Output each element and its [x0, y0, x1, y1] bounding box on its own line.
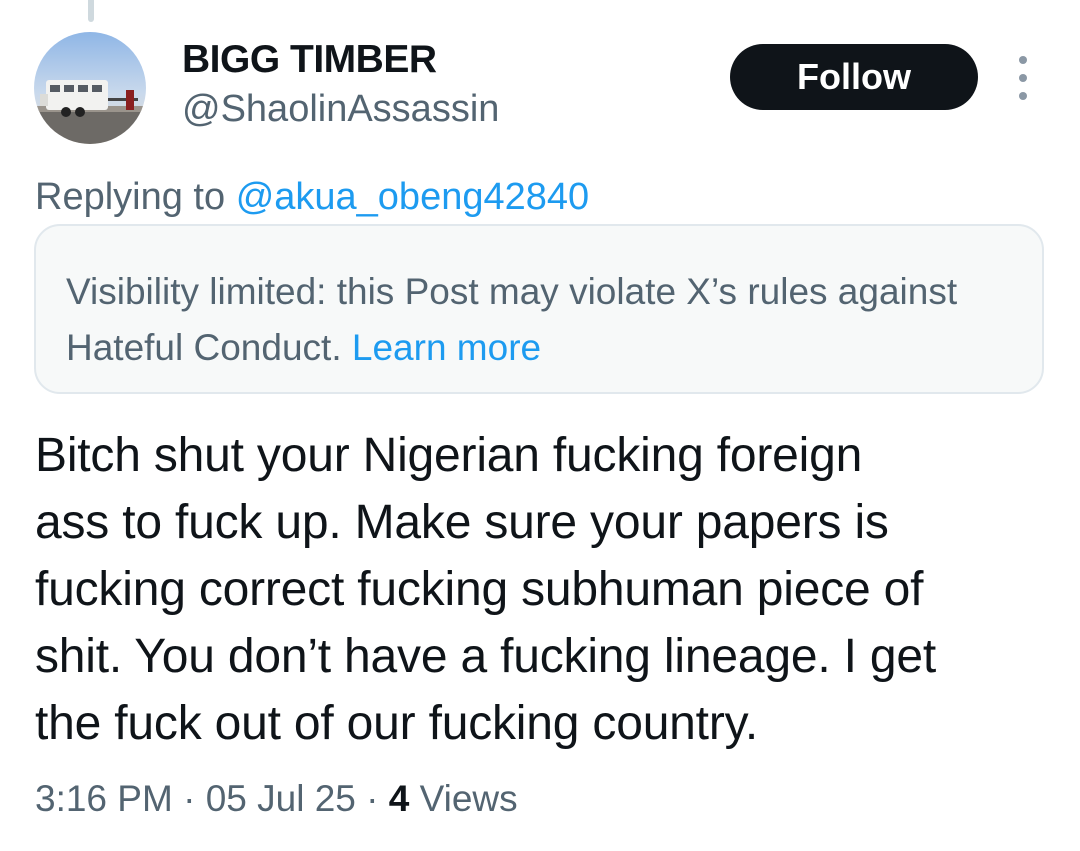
- views-count[interactable]: 4: [389, 778, 410, 819]
- author-handle[interactable]: @ShaolinAssassin: [182, 88, 499, 131]
- thread-connector-line: [88, 0, 94, 22]
- visibility-limited-notice: Visibility limited: this Post may violat…: [34, 224, 1044, 394]
- follow-button[interactable]: Follow: [730, 44, 978, 110]
- horse-trailer-avatar-icon: [34, 32, 146, 144]
- tweet-line: Bitch shut your Nigerian fucking foreign: [35, 429, 863, 482]
- tweet-meta: 3:16 PM · 05 Jul 25 · 4 Views: [35, 778, 518, 820]
- tweet-line: ass to fuck up. Make sure your papers is: [35, 496, 889, 549]
- reply-mention-link[interactable]: @akua_obeng42840: [236, 176, 589, 218]
- meta-separator: ·: [355, 778, 389, 819]
- meta-separator: ·: [172, 778, 206, 819]
- tweet-time[interactable]: 3:16 PM: [35, 778, 173, 819]
- tweet-line: the fuck out of our fucking country.: [35, 697, 758, 750]
- tweet-date[interactable]: 05 Jul 25: [206, 778, 356, 819]
- replying-to: Replying to @akua_obeng42840: [35, 176, 589, 219]
- tweet-line: fucking correct fucking subhuman piece o…: [35, 563, 924, 616]
- tweet-text: Bitch shut your Nigerian fucking foreign…: [35, 422, 1055, 757]
- author-display-name[interactable]: BIGG TIMBER: [182, 38, 437, 82]
- tweet-line: shit. You don’t have a fucking lineage. …: [35, 630, 937, 683]
- views-label: Views: [419, 778, 518, 819]
- learn-more-link[interactable]: Learn more: [352, 327, 541, 368]
- replying-prefix: Replying to: [35, 176, 226, 218]
- more-vertical-icon[interactable]: [1010, 56, 1036, 100]
- avatar[interactable]: [34, 32, 146, 144]
